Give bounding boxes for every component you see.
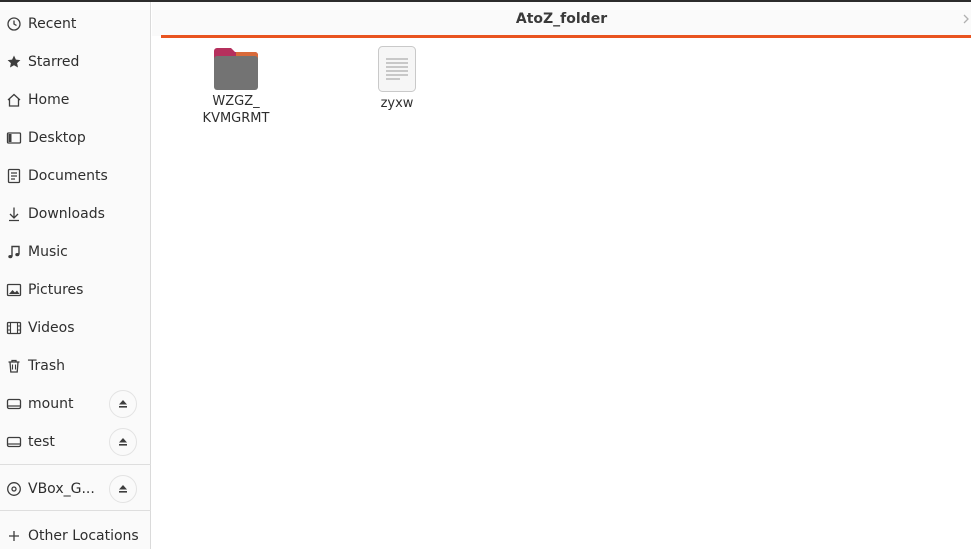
- sidebar-item-recent[interactable]: Recent: [0, 7, 151, 41]
- eject-button[interactable]: [109, 475, 137, 503]
- trash-icon: [0, 358, 28, 374]
- eject-icon: [119, 400, 127, 408]
- desktop-icon: [0, 130, 28, 146]
- sidebar: Recent Starred Home Desktop Documents Do…: [0, 2, 151, 549]
- drive-icon: [0, 434, 28, 450]
- sidebar-item-label: VBox_G...: [28, 481, 95, 497]
- text-file-icon: [378, 46, 416, 92]
- sidebar-item-home[interactable]: Home: [0, 83, 151, 117]
- folder-icon: [214, 48, 258, 90]
- sidebar-item-videos[interactable]: Videos: [0, 311, 151, 345]
- chevron-right-icon[interactable]: [961, 11, 971, 27]
- home-icon: [0, 92, 28, 108]
- sidebar-item-test[interactable]: test: [0, 425, 151, 459]
- window-title[interactable]: AtoZ_folder: [516, 11, 607, 27]
- star-icon: [0, 54, 28, 70]
- file-name-line2: KVMGRMT: [202, 111, 270, 126]
- file-item-folder[interactable]: WZGZ_ KVMGRMT: [181, 47, 291, 127]
- sidebar-item-vbox[interactable]: VBox_G...: [0, 472, 151, 506]
- document-icon: [0, 168, 28, 184]
- sidebar-item-trash[interactable]: Trash: [0, 349, 151, 383]
- sidebar-item-label: test: [28, 434, 55, 450]
- picture-icon: [0, 282, 28, 298]
- clock-icon: [0, 16, 28, 32]
- sidebar-item-documents[interactable]: Documents: [0, 159, 151, 193]
- sidebar-item-label: Pictures: [28, 282, 84, 298]
- eject-icon: [119, 485, 127, 493]
- drive-icon: [0, 396, 28, 412]
- file-view: WZGZ_ KVMGRMT zyxw: [152, 38, 971, 549]
- sidebar-item-label: Music: [28, 244, 68, 260]
- sidebar-item-desktop[interactable]: Desktop: [0, 121, 151, 155]
- download-icon: [0, 206, 28, 222]
- disc-icon: [0, 481, 28, 497]
- eject-button[interactable]: [109, 390, 137, 418]
- file-name: WZGZ_: [212, 94, 260, 109]
- sidebar-item-label: Recent: [28, 16, 77, 32]
- sidebar-item-label: mount: [28, 396, 74, 412]
- eject-button[interactable]: [109, 428, 137, 456]
- sidebar-item-pictures[interactable]: Pictures: [0, 273, 151, 307]
- sidebar-item-label: Home: [28, 92, 70, 108]
- sidebar-item-other-locations[interactable]: Other Locations: [0, 519, 151, 553]
- file-item-text[interactable]: zyxw: [342, 45, 452, 112]
- file-name: zyxw: [380, 96, 414, 111]
- sidebar-separator: [0, 510, 151, 511]
- sidebar-item-downloads[interactable]: Downloads: [0, 197, 151, 231]
- sidebar-separator: [0, 464, 151, 465]
- sidebar-item-label: Desktop: [28, 130, 86, 146]
- music-icon: [0, 244, 28, 260]
- video-icon: [0, 320, 28, 336]
- sidebar-item-starred[interactable]: Starred: [0, 45, 151, 79]
- sidebar-item-music[interactable]: Music: [0, 235, 151, 269]
- sidebar-item-label: Documents: [28, 168, 108, 184]
- path-bar: AtoZ_folder: [152, 2, 971, 36]
- eject-icon: [119, 438, 127, 446]
- sidebar-item-label: Starred: [28, 54, 80, 70]
- plus-icon: [0, 528, 28, 544]
- sidebar-item-label: Trash: [28, 358, 65, 374]
- sidebar-item-label: Downloads: [28, 206, 105, 222]
- sidebar-item-label: Videos: [28, 320, 75, 336]
- sidebar-item-label: Other Locations: [28, 528, 139, 544]
- sidebar-item-mount[interactable]: mount: [0, 387, 151, 421]
